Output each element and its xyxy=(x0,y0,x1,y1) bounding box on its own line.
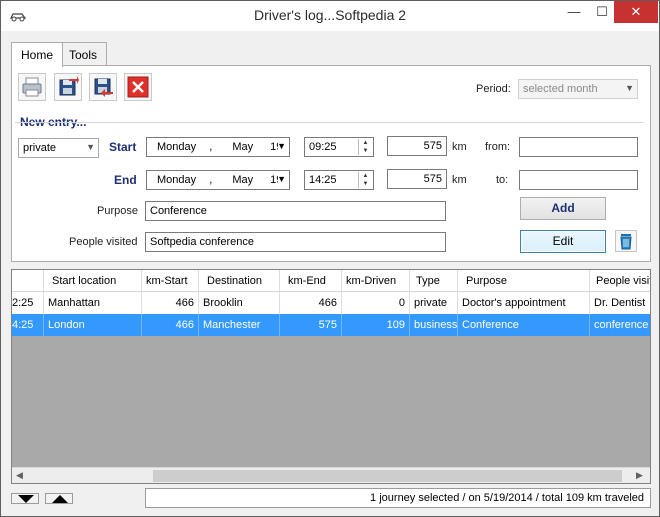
end-date-sep: , xyxy=(209,174,213,186)
status-bar: 1 journey selected / on 5/19/2014 / tota… xyxy=(145,488,651,508)
from-location-input[interactable] xyxy=(519,137,638,157)
close-window-button[interactable]: ✕ xyxy=(614,1,658,23)
end-km-unit: km xyxy=(452,174,467,186)
purpose-label: Purpose xyxy=(97,205,138,217)
time-spinner-icon[interactable]: ▲ ▼ xyxy=(358,139,372,155)
col-header-km-start[interactable]: km-Start xyxy=(142,270,199,292)
start-date-day: Monday xyxy=(157,141,197,153)
chevron-down-icon: ▼ xyxy=(86,142,95,152)
col-header-km-end[interactable]: km-End xyxy=(280,270,342,292)
trip-type-select[interactable]: private ▼ xyxy=(18,138,99,158)
start-time-field[interactable]: 09:25 ▲ ▼ xyxy=(304,137,374,157)
cell-destination: Brooklin xyxy=(199,292,280,314)
cell-purpose: Conference xyxy=(458,314,590,336)
journeys-table[interactable]: Start location km-Start Destination km-E… xyxy=(11,269,651,484)
scroll-right-icon[interactable]: ▶ xyxy=(636,470,643,481)
minimize-button[interactable]: — xyxy=(560,1,588,23)
start-km-field[interactable]: 575 xyxy=(387,136,447,156)
print-button[interactable] xyxy=(18,73,46,101)
scrollbar-thumb[interactable] xyxy=(153,470,622,482)
period-value: selected month xyxy=(523,83,598,95)
start-km-unit: km xyxy=(452,141,467,153)
cell-start-location: London xyxy=(44,314,142,336)
col-header-start-location[interactable]: Start location xyxy=(44,270,142,292)
load-import-button[interactable] xyxy=(89,73,117,101)
delete-entry-button[interactable] xyxy=(615,230,637,252)
end-time-field[interactable]: 14:25 ▲ ▼ xyxy=(304,170,374,190)
chevron-down-icon: ▼ xyxy=(277,174,286,184)
cell-time: 2:25 xyxy=(12,292,44,314)
move-down-button[interactable] xyxy=(11,493,39,504)
trash-icon xyxy=(620,234,632,250)
to-location-input[interactable] xyxy=(519,170,638,190)
delete-all-icon xyxy=(127,76,149,98)
app-window: Driver's log...Softpedia 2 — ☐ ✕ Home To… xyxy=(0,0,660,517)
end-date-picker[interactable]: Monday , May 19 ▼ xyxy=(146,170,290,190)
cell-people-visited: Dr. Dentist xyxy=(590,292,650,314)
start-time-value: 09:25 xyxy=(309,141,337,153)
table-row[interactable]: 2:25 Manhattan 466 Brooklin 466 0 privat… xyxy=(12,292,650,314)
cell-km-start: 466 xyxy=(142,314,199,336)
to-label: to: xyxy=(496,174,509,186)
cell-type: business xyxy=(410,314,458,336)
move-up-button[interactable] xyxy=(45,493,73,504)
people-visited-input[interactable]: Softpedia conference xyxy=(145,232,446,252)
end-km-field[interactable]: 575 xyxy=(387,169,447,189)
title-bar: Driver's log...Softpedia 2 — ☐ ✕ xyxy=(1,1,659,31)
end-label: End xyxy=(114,173,137,187)
chevron-down-icon: ▼ xyxy=(625,83,634,93)
period-label: Period: xyxy=(476,83,511,95)
purpose-input[interactable]: Conference xyxy=(145,201,446,221)
cell-destination: Manchester xyxy=(199,314,280,336)
end-date-month: May xyxy=(232,174,254,186)
cell-start-location: Manhattan xyxy=(44,292,142,314)
save-export-icon xyxy=(59,76,79,96)
people-visited-label: People visited xyxy=(69,236,138,248)
horizontal-scrollbar[interactable]: ◀ ▶ xyxy=(12,467,650,483)
col-header-people-visited[interactable]: People visit xyxy=(590,270,650,292)
from-label: from: xyxy=(485,141,511,153)
table-header-row: Start location km-Start Destination km-E… xyxy=(12,270,650,292)
cell-km-start: 466 xyxy=(142,292,199,314)
tab-tools[interactable]: Tools xyxy=(59,42,108,66)
col-header-purpose[interactable]: Purpose xyxy=(458,270,590,292)
cell-km-end: 575 xyxy=(280,314,342,336)
cell-time: 4:25 xyxy=(12,314,44,336)
cell-type: private xyxy=(410,292,458,314)
scroll-left-icon[interactable]: ◀ xyxy=(16,470,23,481)
trip-type-value: private xyxy=(23,142,57,154)
cell-km-driven: 0 xyxy=(342,292,410,314)
save-export-button[interactable] xyxy=(54,73,82,101)
section-divider xyxy=(15,122,643,123)
end-time-value: 14:25 xyxy=(309,174,337,186)
col-header-km-driven[interactable]: km-Driven xyxy=(342,270,410,292)
cell-purpose: Doctor's appointment xyxy=(458,292,590,314)
end-date-day: Monday xyxy=(157,174,197,186)
maximize-button[interactable]: ☐ xyxy=(588,1,616,23)
start-date-picker[interactable]: Monday , May 19 ▼ xyxy=(146,137,290,157)
time-spinner-icon[interactable]: ▲ ▼ xyxy=(358,172,372,188)
edit-button[interactable]: Edit xyxy=(520,230,606,253)
add-button[interactable]: Add xyxy=(520,197,606,220)
tab-home[interactable]: Home xyxy=(11,42,64,67)
period-select[interactable]: selected month ▼ xyxy=(518,79,638,99)
cell-people-visited: conference xyxy=(590,314,650,336)
arrow-down-icon xyxy=(18,495,34,503)
printer-icon xyxy=(22,77,42,97)
start-date-month: May xyxy=(232,141,254,153)
cell-km-driven: 109 xyxy=(342,314,410,336)
chevron-down-icon: ▼ xyxy=(277,141,286,151)
arrow-up-icon xyxy=(52,495,68,503)
col-header-destination[interactable]: Destination xyxy=(199,270,280,292)
load-import-icon xyxy=(94,78,113,97)
cell-km-end: 466 xyxy=(280,292,342,314)
col-header-type[interactable]: Type xyxy=(410,270,458,292)
start-label: Start xyxy=(109,140,137,154)
col-header-time[interactable] xyxy=(12,270,44,292)
table-viewport: Start location km-Start Destination km-E… xyxy=(12,270,650,467)
table-row-selected[interactable]: 4:25 London 466 Manchester 575 109 busin… xyxy=(12,314,650,336)
start-date-sep: , xyxy=(209,141,213,153)
delete-all-button[interactable] xyxy=(124,73,152,101)
